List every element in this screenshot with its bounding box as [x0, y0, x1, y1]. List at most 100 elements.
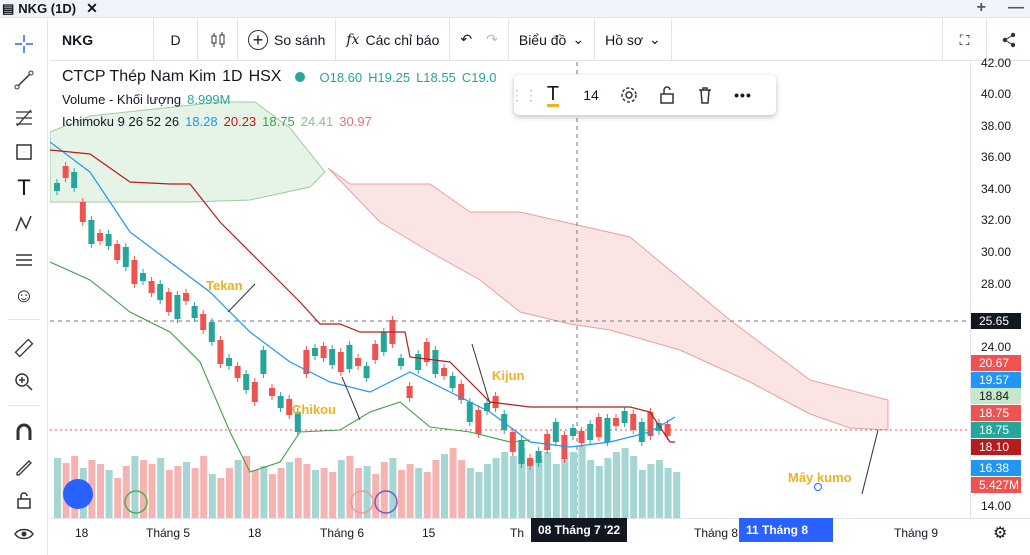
lock-icon[interactable] [9, 485, 39, 515]
volume-bar [475, 472, 483, 518]
candle-body [79, 202, 86, 222]
volume-bar [226, 468, 233, 518]
interval-button[interactable]: D [154, 18, 198, 61]
close-icon[interactable]: ✕ [86, 0, 98, 17]
volume-bar [406, 464, 414, 518]
price-tick: 32.00 [981, 213, 1012, 227]
font-size-button[interactable]: 14 [572, 75, 610, 115]
fullscreen-icon[interactable]: ⛶ [942, 19, 986, 61]
minimize-icon[interactable]: — [1008, 0, 1024, 16]
candle-body [88, 220, 95, 244]
text-icon[interactable]: T [9, 173, 39, 203]
candle-body [191, 306, 198, 318]
candle-body [312, 348, 318, 356]
redo-icon[interactable]: ↷ [486, 31, 498, 48]
candles-icon[interactable] [198, 18, 238, 61]
price-axis[interactable]: 42.00 40.00 38.00 36.00 34.00 32.00 30.0… [970, 56, 1030, 518]
ohlc-high: H19.25 [368, 69, 411, 85]
volume-bar [260, 466, 268, 518]
candle-body [406, 386, 413, 398]
rectangle-icon[interactable] [9, 137, 39, 167]
volume-bar [105, 470, 113, 518]
compare-label: So sánh [274, 31, 326, 48]
candle-body [475, 410, 482, 434]
price-tick: 28.00 [981, 277, 1012, 291]
volume-bar [561, 458, 569, 518]
annotation-kijun[interactable]: Kijun [492, 368, 525, 383]
smiley-icon[interactable]: ☺ [9, 281, 39, 311]
trash-icon[interactable] [686, 75, 724, 115]
annotation-kumo[interactable]: Mây kumo [788, 470, 852, 485]
volume-bar [54, 458, 61, 518]
symbol-search-button[interactable]: NKG [50, 18, 154, 61]
unlock-icon[interactable] [648, 75, 686, 115]
time-label: 18 [75, 526, 89, 540]
volume-bar [269, 474, 276, 518]
magnet-icon[interactable] [9, 417, 39, 447]
profile-button[interactable]: Hồ sơ ⌄ [595, 18, 672, 61]
candle-body [535, 451, 542, 463]
volume-bar [312, 470, 319, 518]
live-status-icon [295, 72, 306, 82]
volume-bar [613, 452, 620, 518]
fibonacci-icon[interactable] [9, 103, 39, 133]
volume-bar [208, 474, 216, 518]
volume-bar [492, 458, 500, 518]
volume-bar [509, 456, 517, 518]
compare-button[interactable]: + So sánh [238, 18, 337, 61]
volume-bar [114, 478, 122, 518]
eye-icon[interactable] [9, 519, 39, 549]
share-icon[interactable] [986, 19, 1030, 61]
text-color-button[interactable]: T [534, 75, 572, 115]
volume-value: 8.999M [187, 91, 231, 107]
volume-bar [286, 462, 294, 518]
more-icon[interactable]: ••• [724, 75, 762, 115]
ruler-icon[interactable] [9, 333, 39, 363]
undo-icon[interactable]: ↶ [460, 31, 472, 48]
lock-drawing-icon[interactable] [9, 451, 39, 481]
zoom-in-icon[interactable] [9, 367, 39, 397]
volume-bar [294, 458, 302, 518]
candle-body [380, 332, 387, 352]
chart-tab[interactable]: ▤ NKG (1D) ✕ [0, 0, 98, 17]
volume-bar [329, 472, 337, 518]
price-tag-tenkan: 19.57 [971, 372, 1021, 388]
candle-body [140, 273, 146, 281]
settings-gear-icon[interactable] [610, 75, 648, 115]
ohlc-close: C19.0 [461, 69, 497, 85]
candle-body [329, 349, 336, 365]
candle-body [595, 417, 602, 437]
annotation-tekan[interactable]: Tekan [206, 278, 243, 293]
forecast-icon[interactable] [9, 245, 39, 275]
candle-body [466, 402, 473, 422]
candle-body [62, 166, 69, 178]
axis-settings-gear-icon[interactable]: ⚙ [993, 523, 1007, 543]
trendline-icon[interactable] [9, 65, 39, 95]
candle-body [97, 233, 103, 241]
logo-badge [63, 479, 93, 509]
crosshair-icon[interactable] [9, 29, 39, 59]
pattern-icon[interactable] [9, 209, 39, 239]
ohlc-open: O18.60 [319, 69, 363, 85]
candle-body [269, 388, 275, 396]
price-tick: 38.00 [981, 119, 1012, 133]
price-tick: 24.00 [981, 340, 1012, 354]
chart-type-button[interactable]: Biểu đồ ⌄ [509, 18, 596, 61]
company-name: CTCP Thép Nam Kim [62, 68, 217, 85]
chart-type-label: Biểu đồ [518, 31, 567, 48]
candle-body [363, 366, 370, 378]
volume-bar [458, 460, 466, 518]
time-label: Tháng 9 [894, 526, 939, 540]
profile-label: Hồ sơ [605, 31, 644, 48]
annotation-chikou[interactable]: Chikou [292, 402, 336, 417]
add-tab-icon[interactable]: + [977, 0, 986, 16]
ichimoku-label: Ichimoku 9 26 52 26 [62, 113, 180, 129]
drag-handle-icon[interactable]: ⋮⋮ [510, 75, 538, 115]
indicators-label: Các chỉ báo [365, 31, 440, 48]
drawing-toolbar: T ☺ [0, 19, 48, 555]
volume-bar [501, 452, 509, 518]
price-tag-last: 18.75 [971, 405, 1021, 421]
candle-body [432, 350, 439, 374]
top-toolbar: NKG D + So sánh fx Các chỉ báo ↶ ↷ Biểu … [50, 18, 1030, 61]
indicators-button[interactable]: fx Các chỉ báo [336, 18, 451, 61]
